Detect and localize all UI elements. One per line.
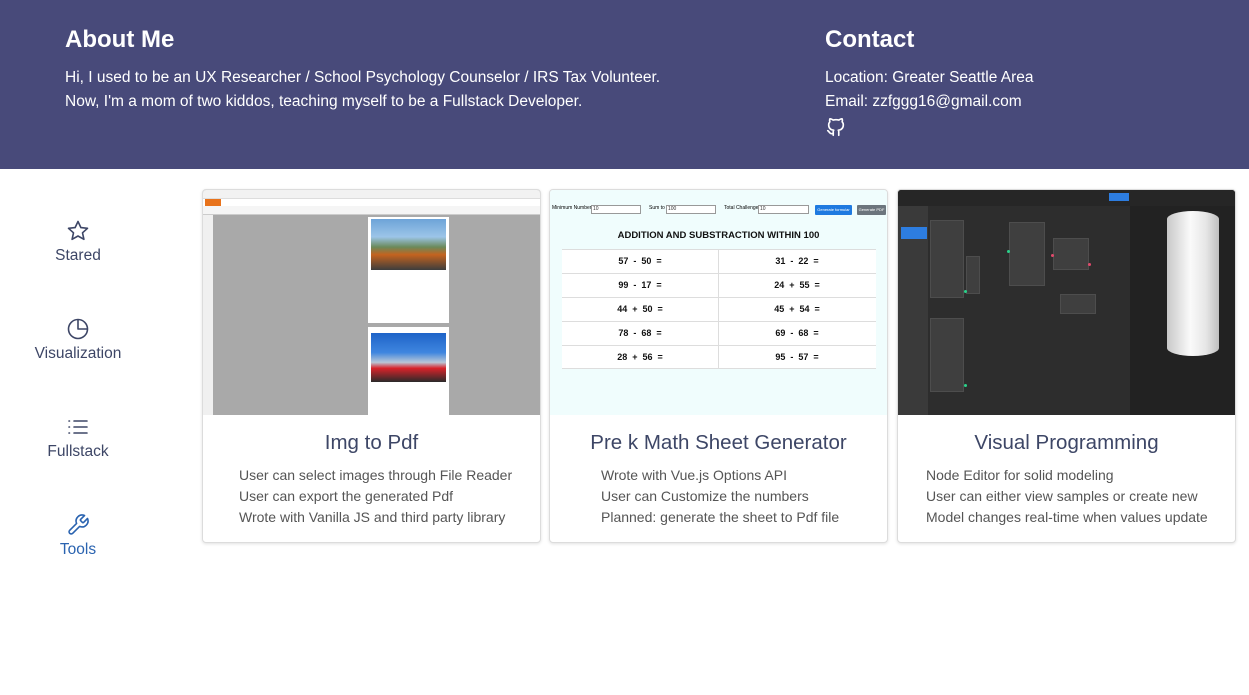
math-problem: 44 + 50 = bbox=[617, 304, 663, 314]
list-item: Wrote with Vanilla JS and third party li… bbox=[239, 509, 506, 525]
contact-location: Location: Greater Seattle Area bbox=[825, 69, 1034, 86]
generate-pdf-button: Generate PDF bbox=[857, 205, 886, 215]
math-problem: 28 + 56 = bbox=[617, 352, 663, 362]
about-heading: About Me bbox=[65, 26, 175, 53]
cylinder-model bbox=[1167, 211, 1219, 356]
list-icon bbox=[68, 420, 88, 434]
math-problem: 45 + 54 = bbox=[774, 304, 820, 314]
math-problem: 24 + 55 = bbox=[774, 280, 820, 290]
grid-line bbox=[562, 345, 876, 346]
star-icon bbox=[67, 220, 89, 241]
worksheet-heading: ADDITION AND SUBSTRACTION WITHIN 100 bbox=[617, 230, 820, 241]
sidebar-item-label: Fullstack bbox=[47, 443, 109, 460]
node-port bbox=[964, 384, 967, 387]
graph-node bbox=[966, 256, 980, 294]
project-thumbnail: Minimum Number 10 Sum to 100 Total Chall… bbox=[550, 190, 887, 415]
editor-download-button bbox=[1109, 193, 1129, 201]
project-bullets: User can select images through File Read… bbox=[239, 465, 512, 528]
graph-node bbox=[1060, 294, 1096, 314]
reader-side-panel bbox=[203, 215, 213, 415]
graph-node bbox=[930, 220, 964, 298]
contact-email[interactable]: Email: zzfggg16@gmail.com bbox=[825, 90, 1225, 114]
list-item: User can export the generated Pdf bbox=[239, 488, 454, 504]
total-challenges-field: 10 bbox=[758, 205, 809, 214]
sidebar-item-fullstack[interactable]: Fullstack bbox=[0, 415, 156, 461]
about-header: About Me Hi, I used to be an UX Research… bbox=[0, 0, 1249, 169]
math-problem: 69 - 68 = bbox=[775, 328, 819, 338]
total-challenges-label: Total Challenges bbox=[724, 205, 761, 211]
graph-node bbox=[930, 318, 964, 392]
project-bullets: Node Editor for solid modeling User can … bbox=[926, 465, 1208, 528]
list-item: Wrote with Vue.js Options API bbox=[601, 467, 787, 483]
sidebar-item-tools[interactable]: Tools bbox=[0, 513, 156, 559]
node-port bbox=[1007, 250, 1010, 253]
project-card-img-to-pdf[interactable]: Img to Pdf User can select images throug… bbox=[202, 189, 541, 543]
pie-chart-icon bbox=[67, 318, 89, 340]
editor-cylinder-button bbox=[901, 227, 927, 239]
grid-divider bbox=[718, 249, 719, 369]
math-problem: 99 - 17 = bbox=[618, 280, 662, 290]
grid-line bbox=[562, 273, 876, 274]
math-problem: 95 - 57 = bbox=[775, 352, 819, 362]
graph-node bbox=[1009, 222, 1045, 286]
list-item: Planned: generate the sheet to Pdf file bbox=[601, 509, 840, 525]
list-item: Model changes real-time when values upda… bbox=[926, 509, 1208, 525]
sidebar-item-label: Tools bbox=[59, 541, 97, 558]
min-number-label: Minimum Number bbox=[552, 205, 592, 211]
editor-toolbar bbox=[898, 190, 1235, 206]
list-item: User can select images through File Read… bbox=[239, 467, 513, 483]
sidebar-item-label: Visualization bbox=[34, 345, 122, 362]
reader-titlebar bbox=[203, 190, 540, 199]
list-item: User can either view samples or create n… bbox=[926, 488, 1198, 504]
project-card-visual-programming[interactable]: Visual Programming Node Editor for solid… bbox=[897, 189, 1236, 543]
project-bullets: Wrote with Vue.js Options API User can C… bbox=[601, 465, 839, 528]
sidebar-item-visualization[interactable]: Visualization bbox=[0, 317, 156, 363]
sum-to-field: 100 bbox=[666, 205, 716, 214]
grid-line bbox=[562, 321, 876, 322]
project-title[interactable]: Visual Programming bbox=[898, 431, 1235, 455]
contact-section: Contact Location: Greater Seattle Area E… bbox=[825, 26, 1225, 138]
math-problem: 78 - 68 = bbox=[618, 328, 662, 338]
reader-ribbon bbox=[203, 199, 540, 206]
project-card-math-sheet[interactable]: Minimum Number 10 Sum to 100 Total Chall… bbox=[549, 189, 888, 543]
sum-to-label: Sum to bbox=[649, 205, 665, 211]
grid-line bbox=[562, 249, 876, 250]
wrench-icon bbox=[68, 514, 89, 535]
project-title[interactable]: Pre k Math Sheet Generator bbox=[550, 431, 887, 455]
reader-tab-strip bbox=[203, 206, 540, 215]
about-section: About Me Hi, I used to be an UX Research… bbox=[65, 26, 765, 114]
sidebar-item-label: Stared bbox=[55, 247, 101, 264]
graph-node bbox=[1053, 238, 1089, 270]
train-photo bbox=[371, 219, 446, 270]
reader-file-tab bbox=[205, 199, 221, 206]
worksheet-grid: 57 - 50 = 99 - 17 = 44 + 50 = 78 - 68 = … bbox=[562, 249, 876, 369]
min-number-field: 10 bbox=[591, 205, 641, 214]
grid-line bbox=[562, 297, 876, 298]
about-line-1: Hi, I used to be an UX Researcher / Scho… bbox=[65, 69, 661, 86]
list-item: Node Editor for solid modeling bbox=[926, 467, 1114, 483]
github-icon[interactable] bbox=[825, 116, 847, 138]
list-item: User can Customize the numbers bbox=[601, 488, 809, 504]
node-port bbox=[1051, 254, 1054, 257]
about-line-2: Now, I'm a mom of two kiddos, teaching m… bbox=[65, 93, 583, 110]
project-title[interactable]: Img to Pdf bbox=[203, 431, 540, 455]
contact-heading: Contact bbox=[825, 26, 915, 53]
math-problem: 57 - 50 = bbox=[618, 256, 662, 266]
sidebar-nav: Stared Visualization Fullstack Tools bbox=[0, 169, 160, 695]
project-thumbnail bbox=[898, 190, 1235, 415]
node-port bbox=[964, 290, 967, 293]
sidebar-item-stared[interactable]: Stared bbox=[0, 219, 156, 265]
generate-formular-button: Generate formular bbox=[815, 205, 852, 215]
grid-line bbox=[562, 368, 876, 369]
project-thumbnail bbox=[203, 190, 540, 415]
monorail-photo bbox=[371, 333, 446, 382]
math-problem: 31 - 22 = bbox=[775, 256, 819, 266]
node-port bbox=[1088, 263, 1091, 266]
